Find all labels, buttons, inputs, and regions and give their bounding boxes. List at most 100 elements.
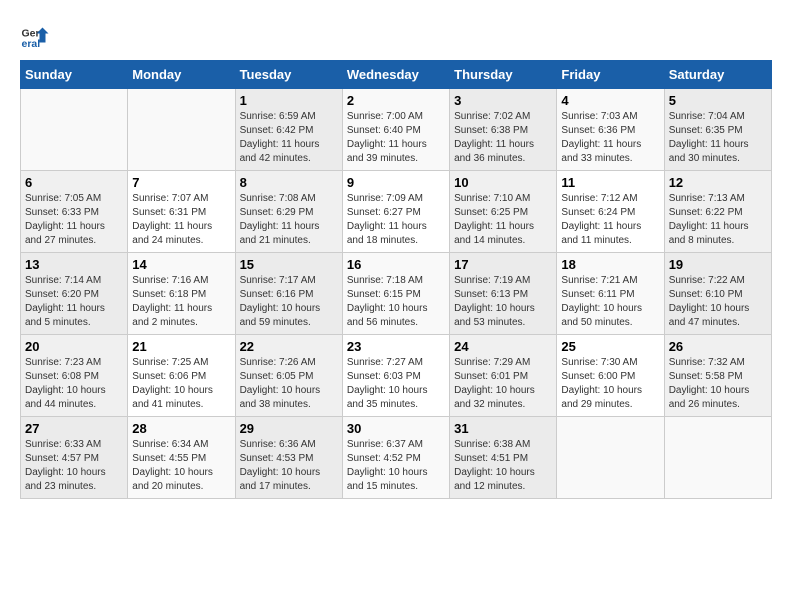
calendar-cell: 14 Sunrise: 7:16 AMSunset: 6:18 PMDaylig…	[128, 253, 235, 335]
calendar-cell: 30 Sunrise: 6:37 AMSunset: 4:52 PMDaylig…	[342, 417, 449, 499]
day-info: Sunrise: 7:19 AMSunset: 6:13 PMDaylight:…	[454, 275, 535, 328]
day-info: Sunrise: 7:00 AMSunset: 6:40 PMDaylight:…	[347, 111, 427, 164]
day-number: 10	[454, 175, 552, 190]
day-info: Sunrise: 7:07 AMSunset: 6:31 PMDaylight:…	[132, 193, 212, 246]
weekday-header: Monday	[128, 61, 235, 89]
calendar-cell: 27 Sunrise: 6:33 AMSunset: 4:57 PMDaylig…	[21, 417, 128, 499]
day-info: Sunrise: 7:26 AMSunset: 6:05 PMDaylight:…	[240, 357, 321, 410]
day-number: 18	[561, 257, 659, 272]
day-number: 25	[561, 339, 659, 354]
day-number: 8	[240, 175, 338, 190]
calendar-cell: 20 Sunrise: 7:23 AMSunset: 6:08 PMDaylig…	[21, 335, 128, 417]
calendar-cell: 26 Sunrise: 7:32 AMSunset: 5:58 PMDaylig…	[664, 335, 771, 417]
day-number: 24	[454, 339, 552, 354]
day-number: 20	[25, 339, 123, 354]
day-number: 29	[240, 421, 338, 436]
day-info: Sunrise: 7:05 AMSunset: 6:33 PMDaylight:…	[25, 193, 105, 246]
day-info: Sunrise: 7:17 AMSunset: 6:16 PMDaylight:…	[240, 275, 321, 328]
calendar-cell: 7 Sunrise: 7:07 AMSunset: 6:31 PMDayligh…	[128, 171, 235, 253]
day-number: 30	[347, 421, 445, 436]
weekday-header: Saturday	[664, 61, 771, 89]
page-header: Gen eral	[20, 20, 772, 50]
day-info: Sunrise: 7:08 AMSunset: 6:29 PMDaylight:…	[240, 193, 320, 246]
day-number: 15	[240, 257, 338, 272]
day-number: 1	[240, 93, 338, 108]
calendar-cell: 18 Sunrise: 7:21 AMSunset: 6:11 PMDaylig…	[557, 253, 664, 335]
day-number: 17	[454, 257, 552, 272]
calendar-cell: 21 Sunrise: 7:25 AMSunset: 6:06 PMDaylig…	[128, 335, 235, 417]
day-number: 4	[561, 93, 659, 108]
day-info: Sunrise: 7:18 AMSunset: 6:15 PMDaylight:…	[347, 275, 428, 328]
calendar-cell: 8 Sunrise: 7:08 AMSunset: 6:29 PMDayligh…	[235, 171, 342, 253]
calendar-cell	[664, 417, 771, 499]
calendar-cell: 13 Sunrise: 7:14 AMSunset: 6:20 PMDaylig…	[21, 253, 128, 335]
day-number: 9	[347, 175, 445, 190]
day-number: 28	[132, 421, 230, 436]
weekday-header: Sunday	[21, 61, 128, 89]
day-number: 27	[25, 421, 123, 436]
calendar-cell: 3 Sunrise: 7:02 AMSunset: 6:38 PMDayligh…	[450, 89, 557, 171]
logo-icon: Gen eral	[20, 20, 50, 50]
calendar-cell: 9 Sunrise: 7:09 AMSunset: 6:27 PMDayligh…	[342, 171, 449, 253]
day-info: Sunrise: 7:10 AMSunset: 6:25 PMDaylight:…	[454, 193, 534, 246]
day-number: 22	[240, 339, 338, 354]
day-info: Sunrise: 7:13 AMSunset: 6:22 PMDaylight:…	[669, 193, 749, 246]
day-number: 16	[347, 257, 445, 272]
calendar-cell: 12 Sunrise: 7:13 AMSunset: 6:22 PMDaylig…	[664, 171, 771, 253]
day-info: Sunrise: 7:03 AMSunset: 6:36 PMDaylight:…	[561, 111, 641, 164]
calendar-cell: 10 Sunrise: 7:10 AMSunset: 6:25 PMDaylig…	[450, 171, 557, 253]
day-info: Sunrise: 7:25 AMSunset: 6:06 PMDaylight:…	[132, 357, 213, 410]
calendar-cell: 19 Sunrise: 7:22 AMSunset: 6:10 PMDaylig…	[664, 253, 771, 335]
calendar-cell: 17 Sunrise: 7:19 AMSunset: 6:13 PMDaylig…	[450, 253, 557, 335]
day-info: Sunrise: 7:04 AMSunset: 6:35 PMDaylight:…	[669, 111, 749, 164]
calendar-cell: 22 Sunrise: 7:26 AMSunset: 6:05 PMDaylig…	[235, 335, 342, 417]
day-number: 11	[561, 175, 659, 190]
day-info: Sunrise: 7:12 AMSunset: 6:24 PMDaylight:…	[561, 193, 641, 246]
calendar-cell: 5 Sunrise: 7:04 AMSunset: 6:35 PMDayligh…	[664, 89, 771, 171]
weekday-header: Thursday	[450, 61, 557, 89]
day-info: Sunrise: 7:21 AMSunset: 6:11 PMDaylight:…	[561, 275, 642, 328]
day-number: 7	[132, 175, 230, 190]
day-number: 12	[669, 175, 767, 190]
calendar-cell: 31 Sunrise: 6:38 AMSunset: 4:51 PMDaylig…	[450, 417, 557, 499]
calendar-table: SundayMondayTuesdayWednesdayThursdayFrid…	[20, 60, 772, 499]
calendar-cell: 16 Sunrise: 7:18 AMSunset: 6:15 PMDaylig…	[342, 253, 449, 335]
calendar-cell: 24 Sunrise: 7:29 AMSunset: 6:01 PMDaylig…	[450, 335, 557, 417]
day-info: Sunrise: 7:29 AMSunset: 6:01 PMDaylight:…	[454, 357, 535, 410]
calendar-cell: 1 Sunrise: 6:59 AMSunset: 6:42 PMDayligh…	[235, 89, 342, 171]
weekday-header: Wednesday	[342, 61, 449, 89]
day-number: 14	[132, 257, 230, 272]
day-number: 2	[347, 93, 445, 108]
day-info: Sunrise: 6:37 AMSunset: 4:52 PMDaylight:…	[347, 439, 428, 492]
calendar-cell: 29 Sunrise: 6:36 AMSunset: 4:53 PMDaylig…	[235, 417, 342, 499]
day-number: 19	[669, 257, 767, 272]
calendar-cell: 11 Sunrise: 7:12 AMSunset: 6:24 PMDaylig…	[557, 171, 664, 253]
day-info: Sunrise: 7:30 AMSunset: 6:00 PMDaylight:…	[561, 357, 642, 410]
day-info: Sunrise: 7:14 AMSunset: 6:20 PMDaylight:…	[25, 275, 105, 328]
calendar-cell: 6 Sunrise: 7:05 AMSunset: 6:33 PMDayligh…	[21, 171, 128, 253]
day-info: Sunrise: 6:59 AMSunset: 6:42 PMDaylight:…	[240, 111, 320, 164]
day-number: 5	[669, 93, 767, 108]
svg-text:eral: eral	[22, 38, 41, 50]
day-info: Sunrise: 7:27 AMSunset: 6:03 PMDaylight:…	[347, 357, 428, 410]
day-info: Sunrise: 7:32 AMSunset: 5:58 PMDaylight:…	[669, 357, 750, 410]
calendar-cell: 15 Sunrise: 7:17 AMSunset: 6:16 PMDaylig…	[235, 253, 342, 335]
day-info: Sunrise: 7:22 AMSunset: 6:10 PMDaylight:…	[669, 275, 750, 328]
calendar-cell: 4 Sunrise: 7:03 AMSunset: 6:36 PMDayligh…	[557, 89, 664, 171]
day-info: Sunrise: 7:23 AMSunset: 6:08 PMDaylight:…	[25, 357, 106, 410]
day-number: 6	[25, 175, 123, 190]
day-number: 23	[347, 339, 445, 354]
calendar-cell: 2 Sunrise: 7:00 AMSunset: 6:40 PMDayligh…	[342, 89, 449, 171]
calendar-cell	[128, 89, 235, 171]
day-info: Sunrise: 6:34 AMSunset: 4:55 PMDaylight:…	[132, 439, 213, 492]
day-number: 21	[132, 339, 230, 354]
day-info: Sunrise: 6:38 AMSunset: 4:51 PMDaylight:…	[454, 439, 535, 492]
day-info: Sunrise: 7:09 AMSunset: 6:27 PMDaylight:…	[347, 193, 427, 246]
calendar-cell: 28 Sunrise: 6:34 AMSunset: 4:55 PMDaylig…	[128, 417, 235, 499]
day-number: 3	[454, 93, 552, 108]
weekday-header: Tuesday	[235, 61, 342, 89]
calendar-cell	[21, 89, 128, 171]
day-info: Sunrise: 6:33 AMSunset: 4:57 PMDaylight:…	[25, 439, 106, 492]
calendar-cell: 25 Sunrise: 7:30 AMSunset: 6:00 PMDaylig…	[557, 335, 664, 417]
calendar-cell: 23 Sunrise: 7:27 AMSunset: 6:03 PMDaylig…	[342, 335, 449, 417]
